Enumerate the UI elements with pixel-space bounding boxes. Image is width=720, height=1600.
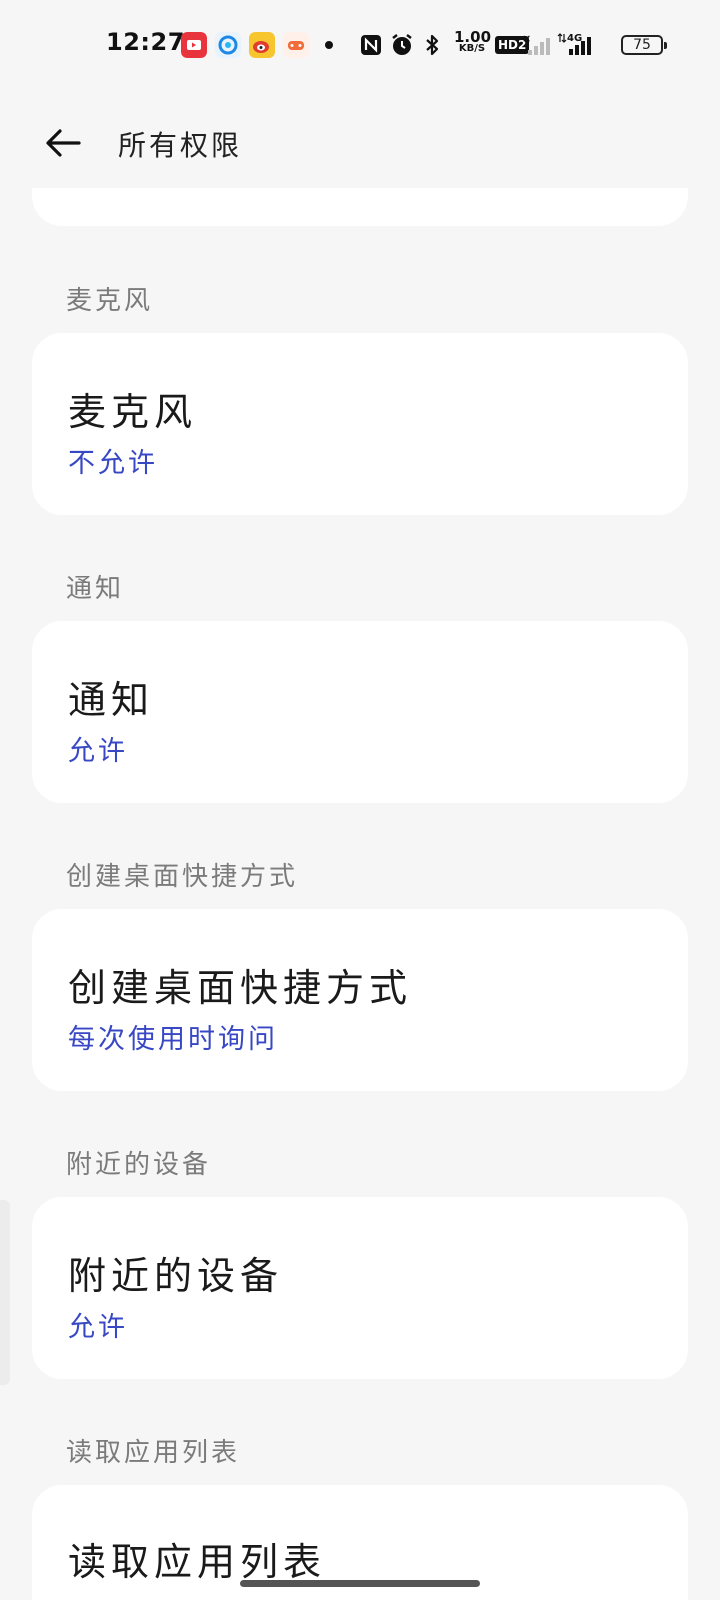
section-label-nearby-devices: 附近的设备	[66, 1150, 212, 1180]
page-title: 所有权限	[118, 129, 243, 162]
notification-dot-icon	[325, 41, 333, 49]
signal-4g-icon: 4G	[557, 33, 591, 55]
permission-value: 不允许	[68, 448, 158, 479]
permission-card-nearby-devices[interactable]: 附近的设备 允许	[32, 1197, 688, 1379]
signal-weak-icon: ×	[522, 32, 550, 55]
bluetooth-icon	[426, 34, 439, 56]
section-label-notifications: 通知	[66, 574, 125, 604]
permission-card-shortcut[interactable]: 创建桌面快捷方式 每次使用时询问	[32, 909, 688, 1091]
status-time: 12:27	[106, 28, 185, 56]
network-type-label: 4G	[567, 33, 582, 44]
alarm-icon	[392, 34, 412, 55]
svg-text:×: ×	[522, 32, 531, 45]
browser-app-icon	[215, 32, 241, 58]
video-app-icon	[181, 32, 207, 58]
permission-title: 附近的设备	[68, 1254, 284, 1298]
net-speed-value: 1.00	[454, 28, 492, 46]
permission-value: 允许	[68, 1312, 128, 1343]
permission-value: 每次使用时询问	[68, 1024, 278, 1055]
battery-indicator: 75	[621, 35, 667, 55]
permission-card-notifications[interactable]: 通知 允许	[32, 621, 688, 803]
app-header: 所有权限	[0, 100, 720, 185]
permission-card-microphone[interactable]: 麦克风 不允许	[32, 333, 688, 515]
game-app-icon	[283, 32, 309, 58]
permission-title: 通知	[68, 678, 155, 722]
previous-permission-card[interactable]	[32, 188, 688, 226]
permission-value: 允许	[68, 736, 128, 767]
net-speed: 1.00 KB/S	[454, 28, 492, 55]
permission-title: 创建桌面快捷方式	[68, 966, 413, 1010]
section-label-microphone: 麦克风	[66, 286, 154, 316]
weibo-app-icon	[249, 32, 275, 58]
permission-title: 麦克风	[68, 390, 198, 434]
section-label-shortcut: 创建桌面快捷方式	[66, 862, 299, 892]
edge-panel-handle[interactable]	[0, 1200, 10, 1385]
permission-title: 读取应用列表	[68, 1540, 327, 1584]
section-label-app-list: 读取应用列表	[66, 1438, 241, 1468]
back-arrow-icon	[46, 129, 81, 157]
net-speed-unit: KB/S	[458, 43, 486, 54]
nfc-icon	[361, 35, 381, 55]
status-bar: 12:27 1.00 KB/S HD2 × 4G 75	[0, 0, 720, 90]
back-button[interactable]	[38, 118, 88, 168]
home-indicator[interactable]	[240, 1580, 480, 1587]
